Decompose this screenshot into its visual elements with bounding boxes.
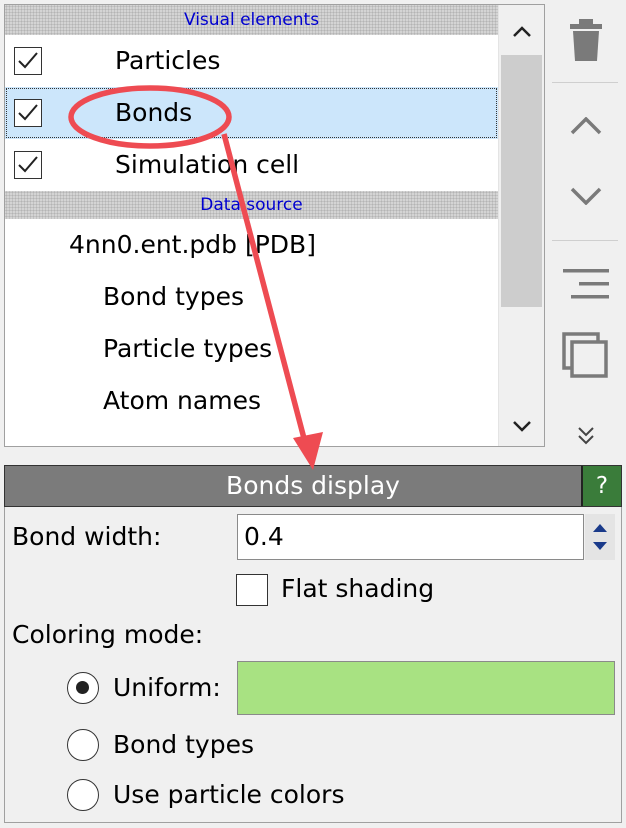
scroll-up-button[interactable]	[499, 9, 545, 55]
pipeline-scrollbar[interactable]	[498, 5, 544, 446]
panel-title-bar: Bonds display ?	[4, 465, 622, 507]
check-icon	[18, 52, 38, 69]
bond-width-input[interactable]: 0.4	[237, 514, 584, 560]
pipeline-panel: Visual elements Particles Bonds Simulati…	[4, 4, 545, 447]
delete-button[interactable]	[560, 12, 612, 68]
pipeline-item-simulation-cell[interactable]: Simulation cell	[5, 139, 498, 191]
particle-colors-radio[interactable]	[67, 779, 99, 811]
copy-button[interactable]	[560, 330, 612, 382]
pipeline-item-atom-names[interactable]: Atom names	[5, 375, 498, 427]
more-button[interactable]	[560, 422, 612, 450]
chevron-down-icon	[513, 421, 531, 432]
toolbar-separator	[552, 82, 618, 83]
scroll-down-button[interactable]	[499, 403, 545, 449]
pipeline-item-label: Bonds	[115, 98, 193, 127]
visibility-checkbox[interactable]	[14, 151, 42, 179]
bond-width-spinner[interactable]	[585, 514, 615, 560]
coloring-mode-label: Coloring mode:	[12, 620, 204, 649]
uniform-radio[interactable]	[67, 672, 99, 704]
flat-shading-checkbox[interactable]	[236, 574, 268, 606]
pipeline-list: Visual elements Particles Bonds Simulati…	[5, 5, 498, 446]
radio-dot	[76, 681, 89, 694]
section-header-data-source: Data source	[5, 191, 498, 219]
check-icon	[18, 104, 38, 121]
bond-width-label: Bond width:	[12, 522, 162, 551]
chevron-up-icon	[513, 26, 531, 37]
pipeline-item-bonds[interactable]: Bonds	[5, 87, 498, 139]
pipeline-item-label: 4nn0.ent.pdb [PDB]	[69, 230, 316, 259]
particle-colors-label: Use particle colors	[113, 780, 345, 809]
bond-types-radio[interactable]	[67, 729, 99, 761]
trash-icon	[570, 19, 602, 61]
manage-modifiers-button[interactable]	[560, 262, 612, 306]
copy-icon	[562, 332, 608, 378]
chevron-up-icon	[570, 117, 602, 135]
pipeline-item-particle-types[interactable]: Particle types	[5, 323, 498, 375]
move-up-button[interactable]	[560, 104, 612, 148]
pipeline-item-label: Particle types	[103, 334, 273, 363]
panel-title: Bonds display	[226, 471, 400, 500]
uniform-color-picker[interactable]	[237, 661, 615, 715]
flat-shading-label: Flat shading	[281, 574, 435, 603]
align-right-icon	[563, 269, 609, 299]
check-icon	[18, 156, 38, 173]
pipeline-item-particles[interactable]: Particles	[5, 35, 498, 87]
visibility-checkbox[interactable]	[14, 99, 42, 127]
move-down-button[interactable]	[560, 174, 612, 218]
scrollbar-thumb[interactable]	[501, 55, 542, 307]
toolbar-separator	[552, 240, 618, 241]
pipeline-item-label: Bond types	[103, 282, 244, 311]
pipeline-item-label: Particles	[115, 46, 221, 75]
visibility-checkbox[interactable]	[14, 47, 42, 75]
uniform-label: Uniform:	[113, 673, 221, 702]
pipeline-item-label: Simulation cell	[115, 150, 300, 179]
pipeline-item-label: Atom names	[103, 386, 261, 415]
chevron-down-icon	[570, 187, 602, 205]
help-button[interactable]: ?	[581, 466, 621, 506]
bond-types-label: Bond types	[113, 730, 254, 759]
pipeline-item-data-file[interactable]: 4nn0.ent.pdb [PDB]	[5, 219, 498, 271]
pipeline-item-bond-types[interactable]: Bond types	[5, 271, 498, 323]
double-chevron-down-icon	[578, 427, 594, 445]
section-header-visual-elements: Visual elements	[5, 5, 498, 35]
